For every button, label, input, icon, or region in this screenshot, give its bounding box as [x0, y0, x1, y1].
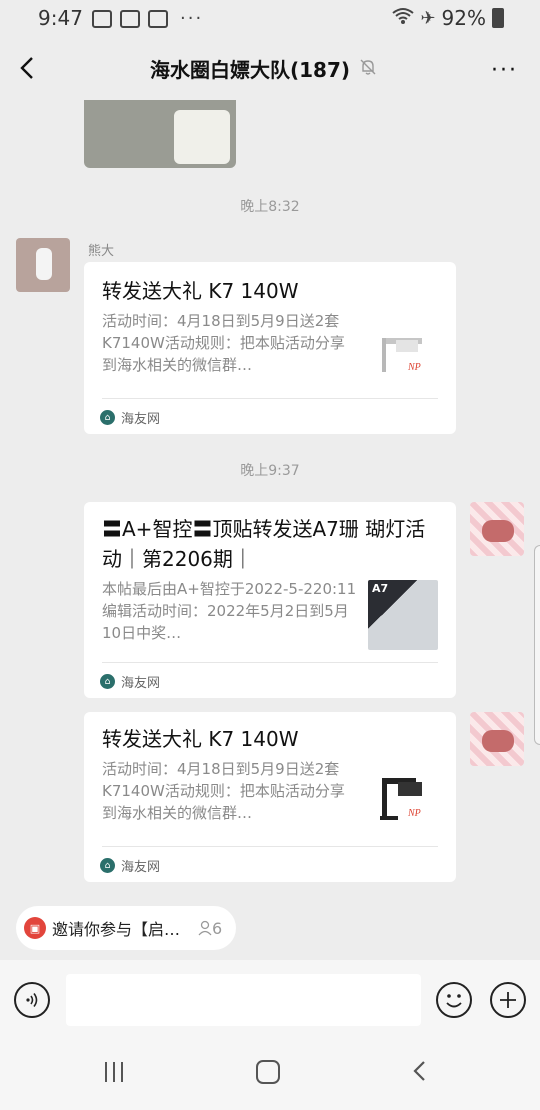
- chat-area[interactable]: 晚上8:32 熊大 转发送大礼 K7 140W 活动时间：4月18日到5月9日送…: [0, 100, 540, 895]
- card-source: ⌂ 海友网: [100, 408, 160, 427]
- avatar-image: [482, 520, 514, 542]
- image-note-content: [174, 110, 230, 164]
- card-thumbnail: NP: [368, 320, 438, 390]
- chat-title-wrap: 海水圈白嫖大队(187): [150, 54, 378, 83]
- more-notifications-icon: ···: [180, 8, 204, 29]
- page-title: 海水圈白嫖大队(187): [150, 58, 351, 82]
- card-divider: [102, 662, 438, 663]
- gallery-icon: [92, 9, 112, 28]
- card-description: 活动时间：4月18日到5月9日送2套K7140W活动规则：把本贴活动分享到海水相…: [102, 760, 345, 822]
- timestamp: 晚上9:37: [240, 463, 300, 479]
- d-app-icon: [148, 9, 168, 28]
- recent-apps-button[interactable]: [105, 1062, 123, 1082]
- input-bar: [0, 960, 540, 1040]
- more-button[interactable]: ···: [491, 58, 518, 83]
- smiley-icon: [446, 994, 462, 1008]
- source-icon: ⌂: [100, 858, 115, 873]
- participant-count: 6: [198, 919, 222, 938]
- card-thumbnail: A7: [368, 580, 438, 650]
- nav-back-button[interactable]: [410, 1056, 430, 1093]
- avatar[interactable]: [470, 502, 524, 556]
- more-actions-button[interactable]: [490, 982, 526, 1018]
- image-message[interactable]: [84, 100, 236, 168]
- source-icon: ⌂: [100, 674, 115, 689]
- card-source: ⌂ 海友网: [100, 672, 160, 691]
- scroll-handle[interactable]: [534, 545, 540, 745]
- emoji-button[interactable]: [436, 982, 472, 1018]
- gift-icon: ▣: [24, 917, 46, 939]
- link-card[interactable]: 〓A+智控〓顶贴转发送A7珊 瑚灯活动｜第2206期｜ 本帖最后由A+智控于20…: [84, 502, 456, 698]
- chat-header: 海水圈白嫖大队(187) ···: [0, 38, 540, 100]
- pinned-text: 邀请你参与【启…: [52, 920, 181, 939]
- source-name: 海友网: [121, 860, 161, 875]
- timestamp: 晚上8:32: [240, 199, 300, 215]
- system-nav-bar: [0, 1040, 540, 1110]
- source-name: 海友网: [121, 412, 161, 427]
- home-button[interactable]: [256, 1060, 280, 1084]
- card-description: 本帖最后由A+智控于2022-5-220:11编辑活动时间：2022年5月2日到…: [102, 580, 357, 642]
- link-card[interactable]: 转发送大礼 K7 140W 活动时间：4月18日到5月9日送2套K7140W活动…: [84, 712, 456, 882]
- wifi-icon: [392, 7, 415, 29]
- card-source: ⌂ 海友网: [100, 856, 160, 875]
- avatar-image: [36, 248, 52, 280]
- svg-text:NP: NP: [407, 362, 421, 373]
- person-icon: [198, 920, 212, 935]
- airplane-icon: ✈: [420, 7, 436, 29]
- thumbnail-label: A7: [372, 582, 389, 595]
- status-time: 9:47: [38, 6, 83, 30]
- participant-count-value: 6: [212, 918, 223, 938]
- card-title: 转发送大礼 K7 140W: [102, 279, 299, 303]
- voice-icon: [26, 993, 38, 1007]
- avatar-image: [482, 730, 514, 752]
- back-arrow-icon: [413, 1061, 425, 1081]
- chevron-left-icon: [20, 57, 33, 79]
- source-icon: ⌂: [100, 410, 115, 425]
- back-button[interactable]: [14, 50, 44, 86]
- card-title: 转发送大礼 K7 140W: [102, 727, 299, 751]
- svg-text:NP: NP: [407, 808, 421, 819]
- sender-name: 熊大: [88, 244, 115, 259]
- card-thumbnail: NP: [368, 768, 438, 838]
- battery-percent: 92%: [441, 6, 486, 30]
- notification-icons: ···: [92, 8, 203, 29]
- avatar[interactable]: [16, 238, 70, 292]
- avatar[interactable]: [470, 712, 524, 766]
- card-description: 活动时间：4月18日到5月9日送2套K7140W活动规则：把本贴活动分享到海水相…: [102, 312, 345, 374]
- status-bar: 9:47 ··· ✈ 92%: [0, 0, 540, 38]
- source-name: 海友网: [121, 676, 161, 691]
- bell-off-icon: [358, 57, 378, 81]
- status-right: ✈ 92%: [392, 6, 504, 30]
- pinned-message[interactable]: ▣ 邀请你参与【启… 6: [16, 906, 237, 950]
- message-input[interactable]: [66, 974, 421, 1026]
- app-icon: [120, 9, 140, 28]
- link-card[interactable]: 转发送大礼 K7 140W 活动时间：4月18日到5月9日送2套K7140W活动…: [84, 262, 456, 434]
- battery-icon: [492, 8, 504, 28]
- voice-button[interactable]: [14, 982, 50, 1018]
- card-divider: [102, 846, 438, 847]
- card-title: 〓A+智控〓顶贴转发送A7珊 瑚灯活动｜第2206期｜: [102, 517, 426, 571]
- plus-icon: [500, 992, 516, 1008]
- card-divider: [102, 398, 438, 399]
